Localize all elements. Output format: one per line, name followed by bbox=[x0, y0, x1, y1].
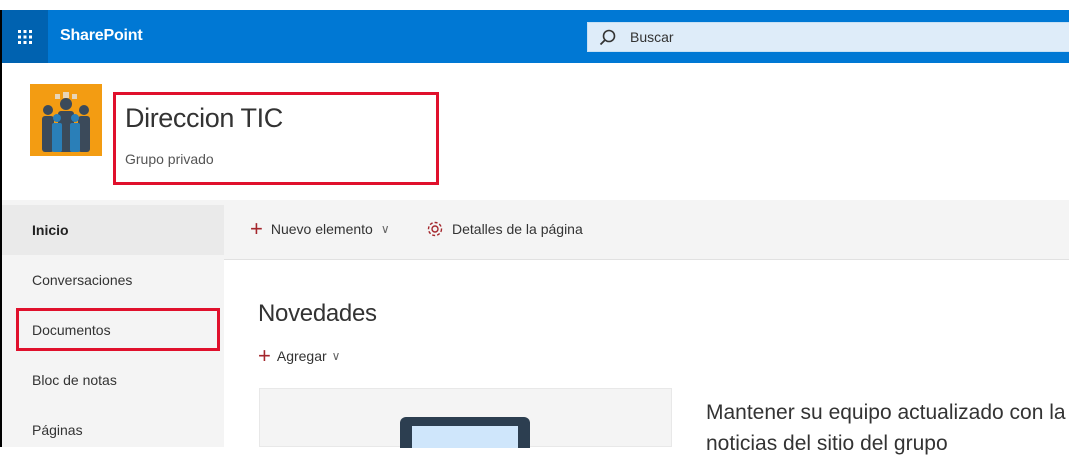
nav-item-conversaciones[interactable]: Conversaciones bbox=[2, 255, 224, 305]
site-logo[interactable] bbox=[30, 84, 102, 156]
nav-item-label: Páginas bbox=[32, 422, 83, 438]
device-screen bbox=[412, 426, 518, 448]
plus-icon: + bbox=[250, 216, 263, 241]
site-subtitle: Grupo privado bbox=[125, 151, 214, 167]
app-launcher-button[interactable] bbox=[2, 10, 48, 63]
new-item-button[interactable]: + Nuevo elemento ∨ bbox=[250, 216, 390, 241]
page-details-label: Detalles de la página bbox=[452, 221, 583, 237]
top-white-strip bbox=[0, 0, 1069, 10]
gear-icon bbox=[427, 221, 443, 237]
add-news-button[interactable]: + Agregar ∨ bbox=[258, 343, 341, 368]
search-icon bbox=[599, 29, 616, 46]
annotation-highlight-documentos bbox=[16, 308, 220, 351]
team-illustration-icon bbox=[30, 84, 102, 156]
waffle-icon bbox=[18, 29, 32, 44]
nav-item-label: Bloc de notas bbox=[32, 372, 117, 388]
suite-bar: SharePoint Buscar bbox=[2, 10, 1069, 63]
news-promo-text: Mantener su equipo actualizado con la no… bbox=[706, 397, 1069, 459]
search-box[interactable]: Buscar bbox=[587, 22, 1069, 52]
nav-item-inicio[interactable]: Inicio bbox=[2, 205, 224, 255]
news-section-title: Novedades bbox=[258, 300, 377, 327]
add-label: Agregar bbox=[276, 348, 327, 364]
news-placeholder-card bbox=[259, 388, 672, 448]
nav-item-paginas[interactable]: Páginas bbox=[2, 405, 224, 455]
site-title[interactable]: Direccion TIC bbox=[125, 103, 283, 134]
promo-line-1: Mantener su equipo actualizado con la bbox=[706, 401, 1066, 424]
command-bar: + Nuevo elemento ∨ Detalles de la página bbox=[224, 200, 1069, 260]
page-details-button[interactable]: Detalles de la página bbox=[426, 220, 583, 238]
nav-item-label: Conversaciones bbox=[32, 272, 133, 288]
app-brand-link[interactable]: SharePoint bbox=[60, 27, 143, 45]
nav-item-bloc-de-notas[interactable]: Bloc de notas bbox=[2, 355, 224, 405]
search-placeholder: Buscar bbox=[630, 29, 674, 45]
promo-line-2: noticias del sitio del grupo bbox=[706, 432, 948, 455]
chevron-down-icon: ∨ bbox=[331, 349, 341, 363]
plus-icon: + bbox=[258, 343, 271, 368]
new-item-label: Nuevo elemento bbox=[270, 221, 373, 237]
chevron-down-icon: ∨ bbox=[380, 222, 390, 236]
nav-item-label: Inicio bbox=[32, 222, 69, 238]
